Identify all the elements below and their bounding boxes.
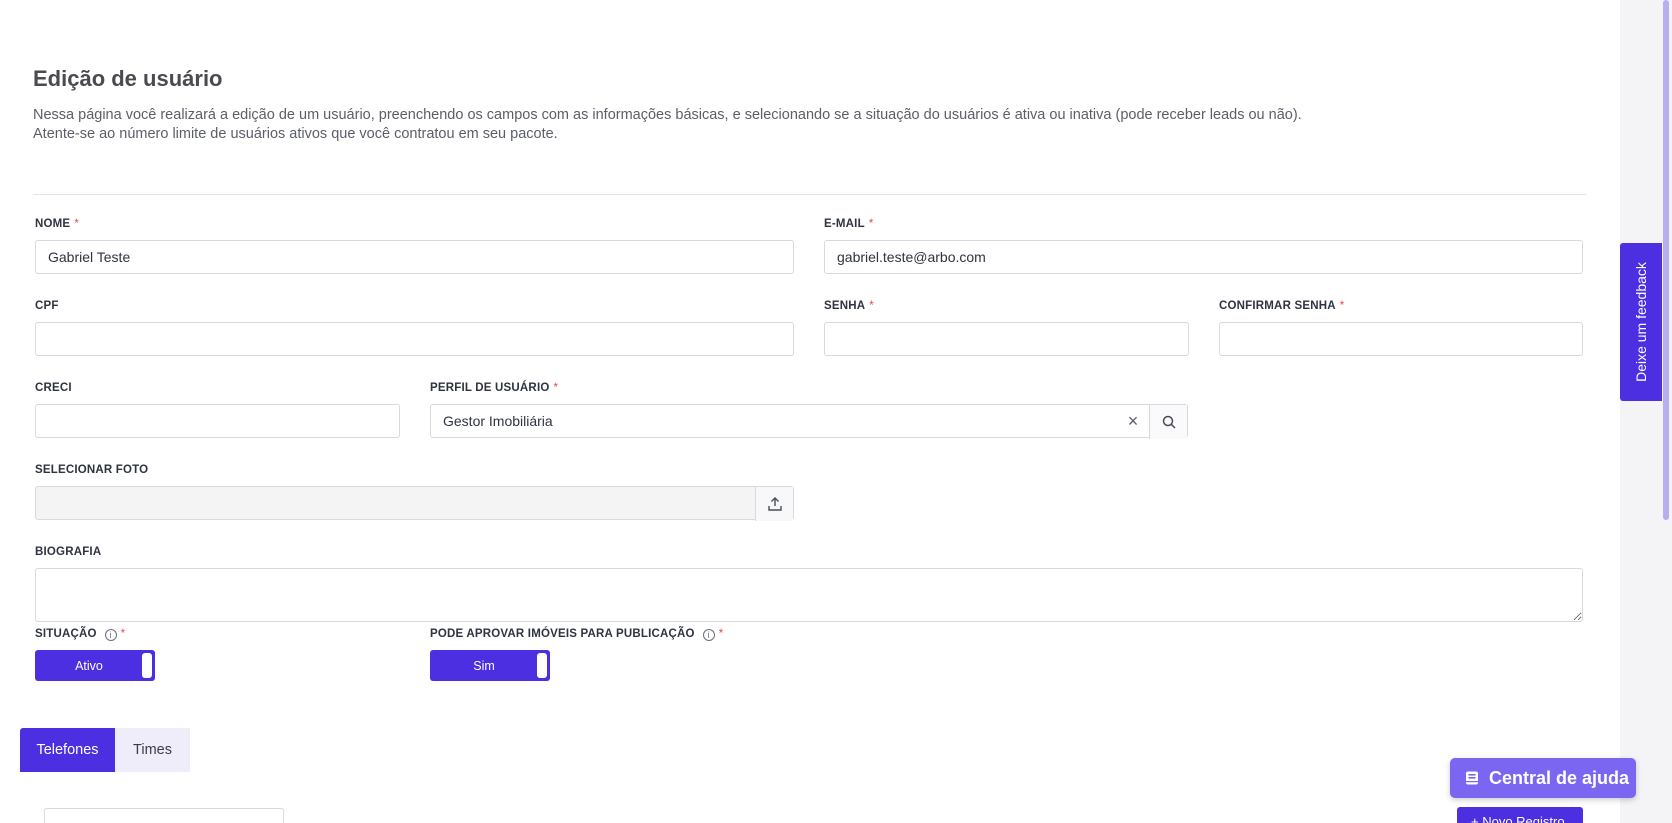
scrollbar-thumb[interactable] <box>1663 0 1669 520</box>
email-input[interactable] <box>824 240 1583 274</box>
toggle-knob <box>537 653 547 678</box>
user-edit-page: Edição de usuário Nessa página você real… <box>0 0 1620 823</box>
foto-label: SELECIONAR FOTO <box>35 464 149 476</box>
required-mark: * <box>868 218 874 230</box>
situacao-toggle-label: Ativo <box>75 658 103 673</box>
book-icon <box>1466 771 1478 785</box>
required-mark: * <box>120 628 126 640</box>
new-record-button[interactable]: + Novo Registro <box>1457 807 1583 823</box>
page-title: Edição de usuário <box>33 66 223 91</box>
aprovar-toggle[interactable]: Sim <box>430 650 550 681</box>
perfil-label: PERFIL DE USUÁRIO * <box>430 382 559 394</box>
senha-input[interactable] <box>824 322 1189 356</box>
required-mark: * <box>1339 300 1345 312</box>
required-mark: * <box>718 628 724 640</box>
senha-label: SENHA * <box>824 300 874 312</box>
creci-input[interactable] <box>35 404 400 438</box>
upload-button[interactable] <box>755 487 793 521</box>
cpf-label: CPF <box>35 300 59 312</box>
page-description: Nessa página você realizará a edição de … <box>33 106 1593 144</box>
situacao-label: SITUAÇÃO i * <box>35 628 126 641</box>
info-icon[interactable]: i <box>702 629 715 641</box>
info-icon[interactable]: i <box>104 629 117 641</box>
creci-label: CRECI <box>35 382 72 394</box>
search-button[interactable] <box>1149 405 1187 439</box>
header-divider <box>33 194 1586 195</box>
clear-icon[interactable]: × <box>1119 405 1147 437</box>
table-search-input[interactable] <box>44 808 284 823</box>
biografia-label: BIOGRAFIA <box>35 546 102 558</box>
situacao-toggle[interactable]: Ativo <box>35 650 155 681</box>
perfil-select[interactable]: Gestor Imobiliária × <box>430 404 1188 439</box>
required-mark: * <box>553 382 559 394</box>
tab-telefones[interactable]: Telefones <box>20 728 115 772</box>
required-mark: * <box>869 300 874 312</box>
tab-times[interactable]: Times <box>115 728 190 772</box>
description-line-2: Atente-se ao número limite de usuários a… <box>33 126 558 142</box>
help-center-label: Central de ajuda <box>1489 767 1630 788</box>
perfil-value: Gestor Imobiliária <box>443 413 553 429</box>
required-mark: * <box>74 218 79 230</box>
aprovar-toggle-label: Sim <box>473 658 495 673</box>
foto-input[interactable] <box>35 486 794 521</box>
nome-input[interactable] <box>35 240 794 274</box>
nome-label: NOME * <box>35 218 79 230</box>
toggle-knob <box>142 653 152 678</box>
aprovar-label: PODE APROVAR IMÓVEIS PARA PUBLICAÇÃO i * <box>430 628 724 641</box>
confirmar-senha-label: CONFIRMAR SENHA * <box>1219 300 1345 312</box>
search-icon <box>1162 415 1176 429</box>
confirmar-senha-input[interactable] <box>1219 322 1583 356</box>
biografia-textarea[interactable] <box>35 568 1583 622</box>
upload-icon <box>767 497 782 511</box>
feedback-tab[interactable]: Deixe um feedback <box>1620 243 1662 401</box>
help-center-button[interactable]: Central de ajuda <box>1450 758 1636 798</box>
description-line-1: Nessa página você realizará a edição de … <box>33 107 1302 123</box>
email-label: E-MAIL * <box>824 218 874 230</box>
cpf-input[interactable] <box>35 322 794 356</box>
feedback-tab-label: Deixe um feedback <box>1633 262 1649 382</box>
